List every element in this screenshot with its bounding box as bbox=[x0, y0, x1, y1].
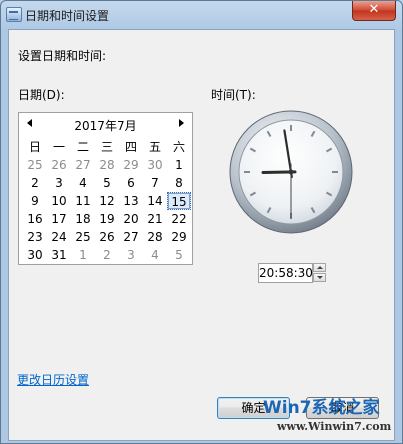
calendar-day[interactable]: 7 bbox=[143, 174, 167, 192]
weekday-label: 二 bbox=[76, 140, 89, 154]
calendar-day[interactable]: 1 bbox=[71, 246, 95, 264]
calendar-day[interactable]: 5 bbox=[167, 246, 191, 264]
calendar-day[interactable]: 30 bbox=[23, 246, 47, 264]
calendar-week-row: 30 31 1 2 3 4 5 bbox=[23, 246, 191, 264]
weekday-label: 三 bbox=[100, 140, 113, 154]
calendar-day[interactable]: 21 bbox=[143, 210, 167, 228]
calendar-week-row: 25 26 27 28 29 30 1 bbox=[23, 156, 191, 174]
calendar-day-selected[interactable]: 15 bbox=[167, 192, 191, 210]
calendar-day[interactable]: 27 bbox=[119, 228, 143, 246]
calendar-day[interactable]: 2 bbox=[95, 246, 119, 264]
weekday-label: 六 bbox=[172, 140, 185, 154]
calendar-day[interactable]: 29 bbox=[119, 156, 143, 174]
watermark-url: www.Winwin7.com bbox=[277, 420, 392, 433]
calendar-day[interactable]: 26 bbox=[95, 228, 119, 246]
watermark-brand: Win7系统之家 bbox=[263, 398, 380, 418]
watermark-logo: Win7系统之家 www.Winwin7.com bbox=[263, 393, 393, 441]
calendar-day[interactable]: 3 bbox=[119, 246, 143, 264]
change-calendar-settings-link[interactable]: 更改日历设置 bbox=[17, 371, 89, 388]
spin-up-icon[interactable] bbox=[313, 263, 326, 272]
window-title: 日期和时间设置 bbox=[25, 9, 110, 23]
calendar-day[interactable]: 18 bbox=[71, 210, 95, 228]
weekday-label: 五 bbox=[148, 140, 161, 154]
calendar-week-row: 23 24 25 26 27 28 29 bbox=[23, 228, 191, 246]
calendar-day[interactable]: 26 bbox=[47, 156, 71, 174]
calendar-day[interactable]: 20 bbox=[119, 210, 143, 228]
calendar-week-row: 9 10 11 12 13 14 15 bbox=[23, 192, 191, 210]
calendar-day[interactable]: 10 bbox=[47, 192, 71, 210]
calendar-day[interactable]: 9 bbox=[23, 192, 47, 210]
calendar-day[interactable]: 23 bbox=[23, 228, 47, 246]
date-time-settings-window: 日期和时间设置 ✕ 设置日期和时间: 日期(D): 时间(T): 2017年7月… bbox=[0, 0, 403, 444]
calendar-month-title[interactable]: 2017年7月 bbox=[19, 117, 192, 134]
calendar-day[interactable]: 28 bbox=[95, 156, 119, 174]
calendar-day[interactable]: 27 bbox=[71, 156, 95, 174]
calendar-day[interactable]: 2 bbox=[23, 174, 47, 192]
spin-down-icon[interactable] bbox=[313, 273, 326, 282]
calendar-day[interactable]: 4 bbox=[143, 246, 167, 264]
weekday-label: 一 bbox=[52, 140, 65, 154]
calendar-day[interactable]: 22 bbox=[167, 210, 191, 228]
dialog-body: 设置日期和时间: 日期(D): 时间(T): 2017年7月 日一二三四五六 25… bbox=[8, 29, 395, 441]
calendar-day[interactable]: 24 bbox=[47, 228, 71, 246]
calendar-day[interactable]: 30 bbox=[143, 156, 167, 174]
time-input[interactable]: 20:58:30 bbox=[258, 263, 313, 283]
page-heading: 设置日期和时间: bbox=[18, 49, 107, 63]
calendar-day[interactable]: 17 bbox=[47, 210, 71, 228]
calendar-app-icon bbox=[6, 7, 22, 22]
analog-clock bbox=[229, 110, 353, 234]
calendar-day[interactable]: 1 bbox=[167, 156, 191, 174]
calendar-day[interactable]: 4 bbox=[71, 174, 95, 192]
calendar-day[interactable]: 16 bbox=[23, 210, 47, 228]
calendar-day[interactable]: 11 bbox=[71, 192, 95, 210]
calendar-day[interactable]: 12 bbox=[95, 192, 119, 210]
calendar-header: 2017年7月 bbox=[19, 113, 192, 135]
weekday-header-row: 日一二三四五六 bbox=[23, 138, 191, 156]
calendar-day[interactable]: 8 bbox=[167, 174, 191, 192]
date-label: 日期(D): bbox=[18, 88, 65, 102]
time-spinner[interactable] bbox=[313, 263, 326, 283]
calendar-day[interactable]: 25 bbox=[23, 156, 47, 174]
next-month-icon[interactable] bbox=[179, 119, 184, 127]
title-bar[interactable]: 日期和时间设置 ✕ bbox=[1, 1, 402, 29]
calendar-day[interactable]: 25 bbox=[71, 228, 95, 246]
calendar-day[interactable]: 19 bbox=[95, 210, 119, 228]
weekday-label: 四 bbox=[124, 140, 137, 154]
calendar-week-row: 16 17 18 19 20 21 22 bbox=[23, 210, 191, 228]
close-button[interactable]: ✕ bbox=[352, 1, 396, 21]
calendar-grid: 日一二三四五六 25 26 27 28 29 30 1 2 3 4 5 6 7 8 9 10 11 12 13 14 15… bbox=[23, 138, 191, 264]
weekday-label: 日 bbox=[28, 140, 41, 154]
calendar-week-row: 2345678 bbox=[23, 174, 191, 192]
calendar: 2017年7月 日一二三四五六 25 26 27 28 29 30 1 2 3 4 5 6 7 8 9 10 11… bbox=[18, 112, 193, 265]
calendar-day[interactable]: 29 bbox=[167, 228, 191, 246]
calendar-day[interactable]: 6 bbox=[119, 174, 143, 192]
time-label: 时间(T): bbox=[211, 88, 256, 102]
calendar-day[interactable]: 5 bbox=[95, 174, 119, 192]
calendar-day[interactable]: 28 bbox=[143, 228, 167, 246]
calendar-day[interactable]: 13 bbox=[119, 192, 143, 210]
calendar-day[interactable]: 14 bbox=[143, 192, 167, 210]
close-icon: ✕ bbox=[368, 2, 380, 17]
calendar-day[interactable]: 3 bbox=[47, 174, 71, 192]
calendar-day[interactable]: 31 bbox=[47, 246, 71, 264]
